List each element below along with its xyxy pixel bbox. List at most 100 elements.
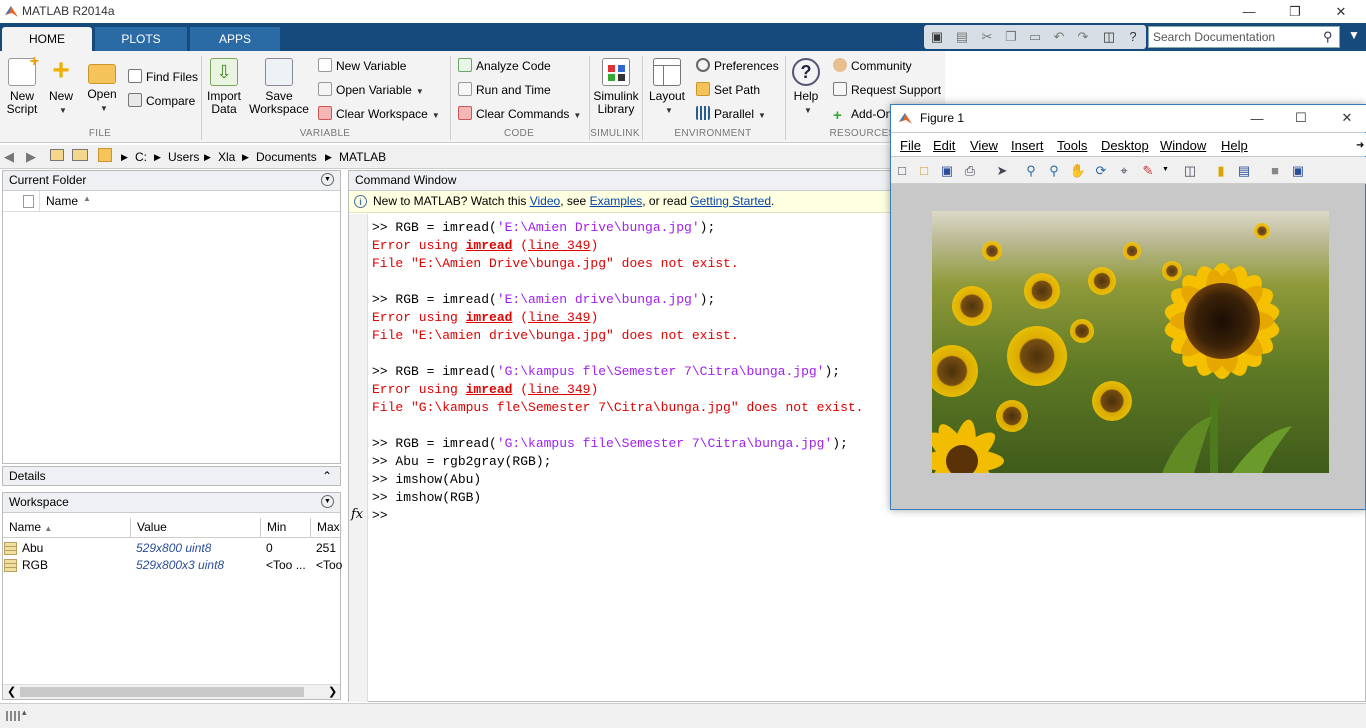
compare-button[interactable]: Compare	[128, 92, 195, 110]
print-icon[interactable]: ⎙	[961, 162, 979, 180]
breadcrumb-item[interactable]: MATLAB	[339, 150, 386, 164]
paste-icon[interactable]: ▭	[1026, 28, 1044, 46]
figure-minimize-button[interactable]: —	[1234, 106, 1280, 130]
status-caret-icon[interactable]: ▴	[22, 707, 27, 718]
breadcrumb-item[interactable]: C:	[135, 150, 147, 164]
restore-button[interactable]: ❐	[1272, 0, 1318, 23]
breadcrumb-item[interactable]: Users	[168, 150, 199, 164]
menu-overflow-icon[interactable]: ➜	[1356, 140, 1364, 151]
search-input[interactable]: Search Documentation	[1148, 26, 1340, 48]
legend-icon[interactable]: ▤	[1235, 162, 1253, 180]
menu-edit[interactable]: Edit	[933, 138, 955, 153]
video-link[interactable]: Video	[530, 194, 560, 208]
open-file-icon[interactable]: □	[915, 162, 933, 180]
run-and-time-button[interactable]: Run and Time	[458, 81, 551, 99]
community-button[interactable]: Community	[833, 57, 912, 75]
browse-folder-icon[interactable]	[72, 149, 88, 161]
figure-maximize-button[interactable]: ☐	[1278, 106, 1324, 130]
undo-icon[interactable]: ↶	[1050, 28, 1068, 46]
column-header-min[interactable]: Min	[261, 518, 311, 538]
menu-desktop[interactable]: Desktop	[1101, 138, 1149, 153]
find-files-button[interactable]: Find Files	[128, 68, 198, 86]
new-script-button[interactable]: + New Script	[4, 54, 40, 116]
cut-icon[interactable]: ✂	[978, 28, 996, 46]
error-line-link[interactable]: line 349	[528, 310, 590, 325]
set-path-button[interactable]: Set Path	[696, 81, 760, 99]
copy-icon[interactable]: ❐	[1002, 28, 1020, 46]
parallel-button[interactable]: Parallel ▼	[696, 105, 766, 123]
error-line-link[interactable]: line 349	[528, 382, 590, 397]
function-browser-icon[interactable]: fx	[351, 507, 363, 522]
redo-icon[interactable]: ↷	[1074, 28, 1092, 46]
rotate-3d-icon[interactable]: ⟳	[1092, 162, 1110, 180]
error-function-link[interactable]: imread	[466, 310, 513, 325]
simulink-library-button[interactable]: Simulink Library	[593, 58, 639, 116]
preferences-button[interactable]: Preferences	[696, 57, 779, 75]
layout-button[interactable]: Layout ▼	[647, 58, 687, 117]
details-panel-header[interactable]: Details ⌃	[2, 466, 341, 486]
tab-plots[interactable]: PLOTS	[95, 27, 187, 51]
switch-windows-icon[interactable]: ◫	[1100, 28, 1118, 46]
column-header-max[interactable]: Max	[311, 518, 340, 538]
command-prompt[interactable]: >>	[372, 507, 388, 525]
scrollbar-thumb[interactable]	[20, 687, 304, 697]
new-button[interactable]: + New ▼	[46, 56, 76, 117]
edit-plot-icon[interactable]: ➤	[993, 162, 1011, 180]
open-button[interactable]: Open ▼	[86, 58, 118, 115]
menu-tools[interactable]: Tools	[1057, 138, 1087, 153]
data-cursor-icon[interactable]: ⌖	[1115, 162, 1133, 180]
table-row[interactable]: RGB 529x800x3 uint8 <Too ... <Too	[3, 557, 342, 574]
pan-icon[interactable]: ✋	[1069, 162, 1087, 180]
tab-home[interactable]: HOME	[2, 27, 92, 51]
scroll-left-icon[interactable]: ❮	[7, 685, 16, 698]
analyze-code-button[interactable]: Analyze Code	[458, 57, 551, 75]
panel-menu-icon[interactable]: ▼	[321, 173, 334, 186]
hide-plot-tools-icon[interactable]: ■	[1266, 162, 1284, 180]
new-figure-icon[interactable]: □	[893, 162, 911, 180]
column-header[interactable]: Name ▲	[3, 191, 340, 212]
getting-started-link[interactable]: Getting Started	[690, 194, 771, 208]
up-folder-icon[interactable]	[50, 149, 64, 161]
menu-view[interactable]: View	[970, 138, 998, 153]
error-line-link[interactable]: line 349	[528, 238, 590, 253]
colorbar-icon[interactable]: ▮	[1212, 162, 1230, 180]
search-icon[interactable]: ⚲	[1323, 29, 1333, 45]
error-function-link[interactable]: imread	[466, 238, 513, 253]
minimize-button[interactable]: —	[1226, 0, 1272, 23]
back-arrow-icon[interactable]: ◀	[4, 149, 14, 165]
link-plot-icon[interactable]: ◫	[1181, 162, 1199, 180]
help-icon[interactable]: ?	[1124, 28, 1142, 46]
menu-insert[interactable]: Insert	[1011, 138, 1044, 153]
expand-icon[interactable]: ⌃	[322, 467, 332, 485]
forward-arrow-icon[interactable]: ▶	[26, 149, 36, 165]
horizontal-scrollbar[interactable]: ❮ ❯	[3, 684, 340, 699]
clear-workspace-button[interactable]: Clear Workspace ▼	[318, 105, 440, 123]
add-ons-button[interactable]: + Add-Ons	[833, 105, 898, 123]
show-plot-tools-icon[interactable]: ▣	[1289, 162, 1307, 180]
menu-help[interactable]: Help	[1221, 138, 1248, 153]
breadcrumb-item[interactable]: Xla	[218, 150, 235, 164]
clear-commands-button[interactable]: Clear Commands ▼	[458, 105, 581, 123]
examples-link[interactable]: Examples	[590, 194, 643, 208]
collapse-ribbon-icon[interactable]: ▼	[1348, 28, 1360, 42]
tab-apps[interactable]: APPS	[190, 27, 280, 51]
menu-file[interactable]: File	[900, 138, 921, 153]
brush-icon[interactable]: ✎	[1139, 162, 1157, 180]
column-header-value[interactable]: Value	[131, 518, 261, 538]
save-figure-icon[interactable]: ▣	[938, 162, 956, 180]
layout-icon[interactable]: ▣	[928, 28, 946, 46]
table-row[interactable]: Abu 529x800 uint8 0 251	[3, 540, 340, 557]
error-function-link[interactable]: imread	[466, 382, 513, 397]
figure-close-button[interactable]: ✕	[1324, 106, 1366, 130]
brush-dropdown-icon[interactable]: ▼	[1162, 166, 1169, 173]
import-data-button[interactable]: ⇩ Import Data	[206, 58, 242, 116]
zoom-out-icon[interactable]: ⚲	[1045, 162, 1063, 180]
help-button[interactable]: ? Help ▼	[790, 58, 822, 117]
close-button[interactable]: ✕	[1318, 0, 1364, 23]
scroll-right-icon[interactable]: ❯	[328, 685, 337, 698]
zoom-in-icon[interactable]: ⚲	[1022, 162, 1040, 180]
column-header-name[interactable]: Name ▲	[3, 518, 131, 538]
open-variable-button[interactable]: Open Variable ▼	[318, 81, 424, 99]
menu-window[interactable]: Window	[1160, 138, 1206, 153]
panel-menu-icon[interactable]: ▼	[321, 495, 334, 508]
